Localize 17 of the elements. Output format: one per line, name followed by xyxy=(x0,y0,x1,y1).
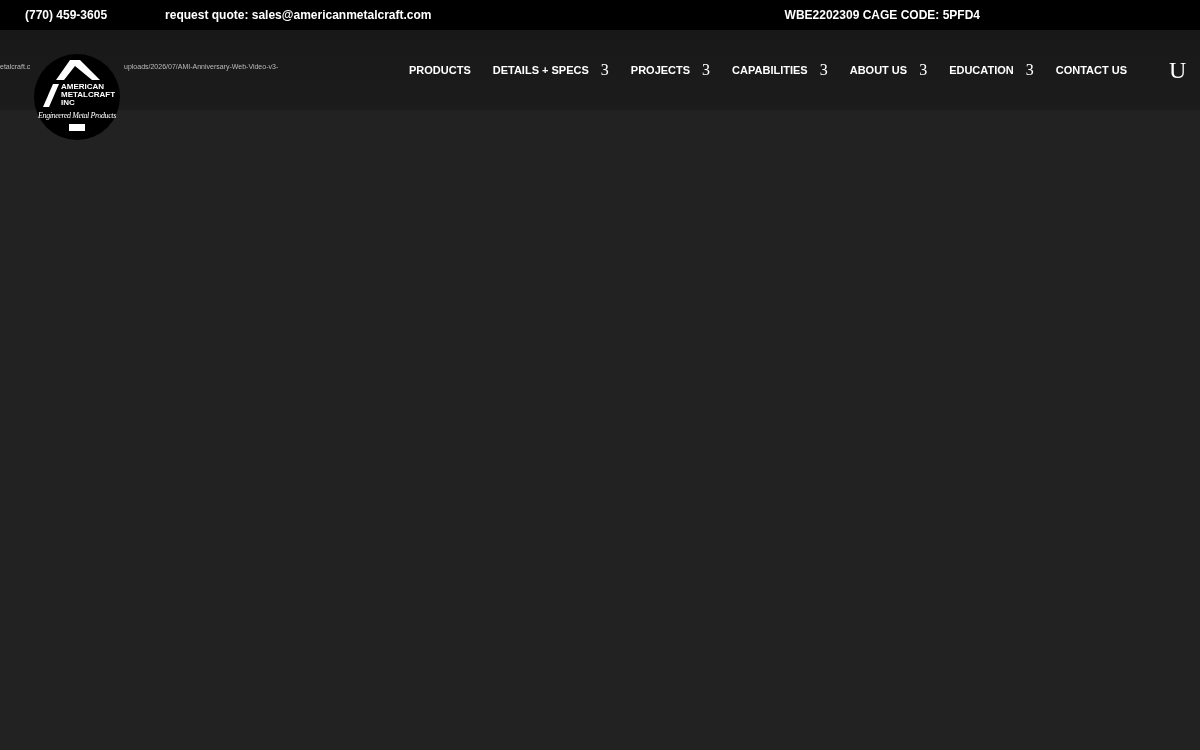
dropdown-caret: 3 xyxy=(1025,61,1034,79)
nav-link[interactable]: PROJECTS 3 xyxy=(630,61,711,79)
quote-email[interactable]: request quote: sales@americanmetalcraft.com xyxy=(165,8,432,22)
dropdown-caret: 3 xyxy=(919,61,928,79)
dropdown-caret: 3 xyxy=(702,61,711,79)
search-glyph[interactable]: U xyxy=(1169,56,1187,84)
nav-link[interactable]: ABOUT US 3 xyxy=(849,61,928,79)
nav-link[interactable]: EDUCATION 3 xyxy=(949,61,1034,79)
certification-codes: WBE2202309 CAGE CODE: 5PFD4 xyxy=(784,8,980,22)
nav-link[interactable]: PRODUCTS xyxy=(409,64,471,76)
nav-link[interactable]: DETAILS + SPECS 3 xyxy=(492,61,609,79)
dropdown-caret: 3 xyxy=(600,61,609,79)
dropdown-caret: 3 xyxy=(819,61,828,79)
company-logo[interactable]: AMERICAN METALCRAFT INC Engineered Metal Products xyxy=(34,54,120,140)
phone-number[interactable]: (770) 459-3605 xyxy=(25,8,108,22)
nav-link[interactable]: CAPABILITIES 3 xyxy=(732,61,828,79)
nav-link[interactable]: CONTACT US xyxy=(1055,64,1127,76)
